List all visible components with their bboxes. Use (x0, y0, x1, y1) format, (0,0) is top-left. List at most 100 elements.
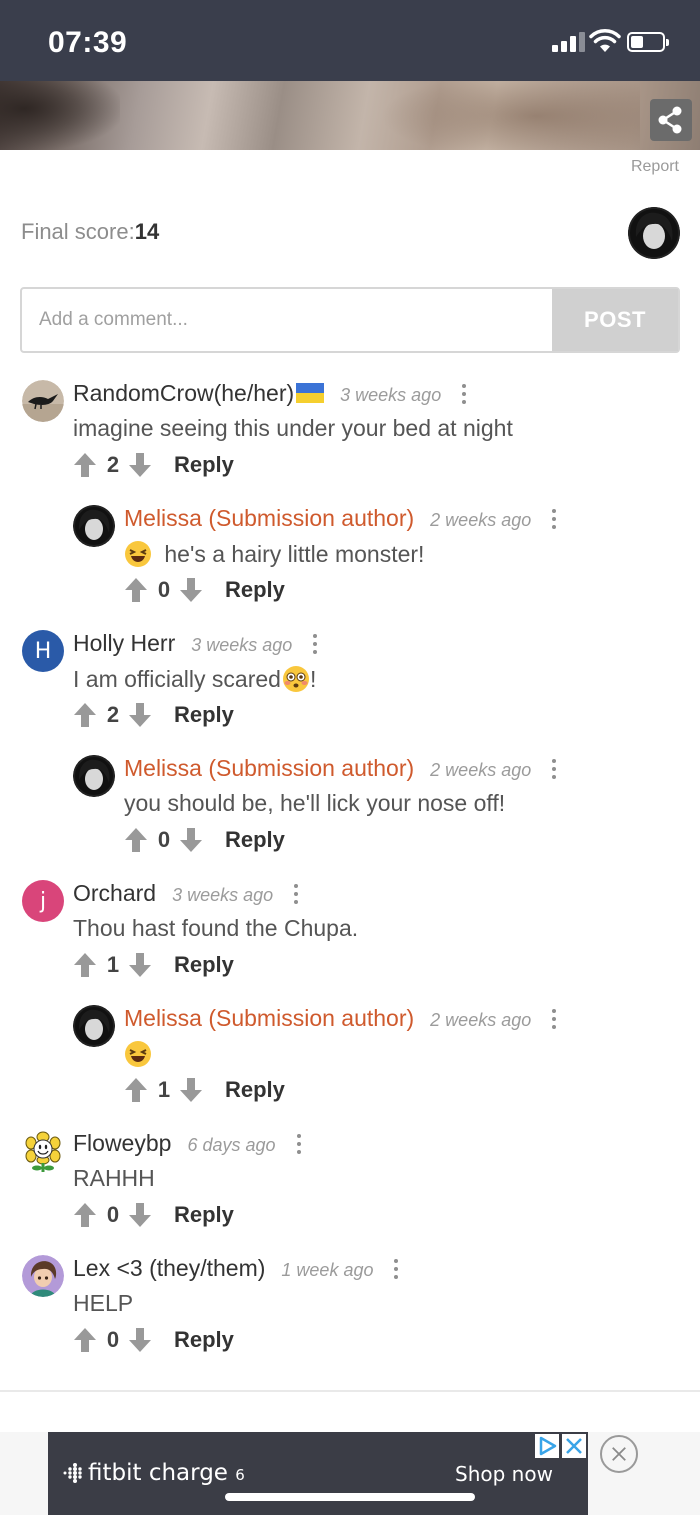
comment-actions: 1 Reply (73, 952, 234, 978)
comment: H Holly Herr 3 weeks ago I am officially… (22, 630, 682, 730)
comment-actions: 0 Reply (124, 577, 285, 603)
upvote-icon[interactable] (73, 1327, 97, 1353)
reply-button[interactable]: Reply (174, 452, 234, 478)
comment-author[interactable]: Floweybp (73, 1130, 171, 1157)
comment: Lex <3 (they/them) 1 week ago HELP 0 Rep… (22, 1255, 682, 1355)
upvote-icon[interactable] (73, 452, 97, 478)
vote-count: 2 (106, 452, 120, 477)
comment-author[interactable]: Melissa (Submission author) (124, 505, 414, 532)
adchoices-icon[interactable] (535, 1434, 559, 1458)
downvote-icon[interactable] (128, 1327, 152, 1353)
comment-author[interactable]: Orchard (73, 880, 156, 907)
submission-author-avatar[interactable] (628, 207, 680, 259)
more-options-icon[interactable] (552, 509, 557, 529)
reply-button[interactable]: Reply (225, 1077, 285, 1103)
upvote-icon[interactable] (124, 827, 148, 853)
reply-button[interactable]: Reply (225, 577, 285, 603)
comment-input[interactable] (22, 289, 554, 351)
vote-count: 2 (106, 702, 120, 727)
more-options-icon[interactable] (394, 1259, 399, 1279)
more-options-icon[interactable] (462, 384, 467, 404)
crow-avatar-icon[interactable] (22, 380, 64, 422)
ad-shop-now[interactable]: Shop now (455, 1462, 553, 1486)
comment-header: Lex <3 (they/them) 1 week ago (73, 1255, 399, 1282)
comment-author[interactable]: Melissa (Submission author) (124, 1005, 414, 1032)
comment-text: Thou hast found the Chupa. (73, 915, 359, 941)
comment-time: 6 days ago (187, 1135, 276, 1155)
reply-button[interactable]: Reply (225, 827, 285, 853)
more-options-icon[interactable] (294, 884, 299, 904)
comment-author[interactable]: Holly Herr (73, 630, 175, 657)
downvote-icon[interactable] (128, 702, 152, 728)
more-options-icon[interactable] (313, 634, 318, 654)
upvote-icon[interactable] (124, 1077, 148, 1103)
comment-reply: Melissa (Submission author) 2 weeks ago … (73, 1005, 673, 1105)
comment-time: 2 weeks ago (430, 510, 532, 530)
reply-button[interactable]: Reply (174, 1327, 234, 1353)
reply-button[interactable]: Reply (174, 702, 234, 728)
upvote-icon[interactable] (73, 952, 97, 978)
upvote-icon[interactable] (73, 702, 97, 728)
user-avatar[interactable]: H (22, 630, 64, 672)
cellular-signal-icon (552, 32, 586, 52)
comment-time: 3 weeks ago (191, 635, 293, 655)
dismiss-ad-icon[interactable] (600, 1435, 638, 1473)
more-options-icon[interactable] (296, 1134, 301, 1154)
downvote-icon[interactable] (128, 1202, 152, 1228)
more-options-icon[interactable] (552, 1009, 557, 1029)
share-icon (658, 106, 682, 134)
reply-button[interactable]: Reply (174, 952, 234, 978)
section-divider (0, 1390, 700, 1392)
upvote-icon[interactable] (73, 1202, 97, 1228)
final-score-value: 14 (134, 219, 160, 244)
comment-text: I am officially scared ! (73, 666, 317, 692)
downvote-icon[interactable] (179, 577, 203, 603)
author-avatar[interactable] (73, 1005, 115, 1047)
comment-time: 1 week ago (281, 1260, 374, 1280)
comment-text: RAHHH (73, 1165, 155, 1191)
share-button[interactable] (650, 99, 692, 141)
comment-author[interactable]: Lex <3 (they/them) (73, 1255, 265, 1282)
downvote-icon[interactable] (179, 1077, 203, 1103)
final-score: Final score:14 (21, 219, 159, 245)
battery-icon (627, 32, 669, 52)
author-avatar[interactable] (73, 505, 115, 547)
laughing-face-icon (125, 1041, 151, 1067)
comment-text: he's a hairy little monster! (124, 540, 424, 568)
flower-avatar-icon[interactable] (22, 1130, 64, 1172)
upvote-icon[interactable] (124, 577, 148, 603)
comment-actions: 2 Reply (73, 452, 234, 478)
vote-count: 0 (157, 577, 171, 602)
comment-actions: 2 Reply (73, 702, 234, 728)
user-avatar[interactable]: j (22, 880, 64, 922)
more-options-icon[interactable] (552, 759, 557, 779)
submission-image[interactable] (0, 81, 700, 150)
post-button[interactable]: POST (552, 289, 678, 351)
comment: Floweybp 6 days ago RAHHH 0 Reply (22, 1130, 682, 1230)
character-avatar-icon[interactable] (22, 1255, 64, 1297)
report-link[interactable]: Report (631, 158, 679, 176)
vote-count: 0 (106, 1202, 120, 1227)
comment-text: imagine seeing this under your bed at ni… (73, 415, 513, 441)
author-avatar[interactable] (73, 755, 115, 797)
comment-author[interactable]: Melissa (Submission author) (124, 755, 414, 782)
downvote-icon[interactable] (128, 952, 152, 978)
ad-banner[interactable]: fitbit charge 6 Shop now (48, 1432, 588, 1515)
comment-actions: 1 Reply (124, 1077, 285, 1103)
reply-button[interactable]: Reply (174, 1202, 234, 1228)
downvote-icon[interactable] (179, 827, 203, 853)
comment: j Orchard 3 weeks ago Thou hast found th… (22, 880, 682, 980)
ad-container: fitbit charge 6 Shop now (0, 1432, 700, 1515)
comment-author[interactable]: RandomCrow(he/her) (73, 380, 294, 407)
comment-text (124, 1040, 152, 1068)
comment-text-content: he's a hairy little monster! (164, 541, 425, 567)
home-indicator[interactable] (225, 1493, 475, 1501)
downvote-icon[interactable] (128, 452, 152, 478)
vote-count: 1 (157, 1077, 171, 1102)
comment-header: Orchard 3 weeks ago (73, 880, 299, 907)
comment: RandomCrow(he/her) 3 weeks ago imagine s… (22, 380, 682, 480)
ad-close-icon[interactable] (562, 1434, 586, 1458)
comment-time: 3 weeks ago (172, 885, 274, 905)
comment-header: Melissa (Submission author) 2 weeks ago (124, 755, 557, 782)
ukraine-flag-icon (296, 383, 325, 403)
